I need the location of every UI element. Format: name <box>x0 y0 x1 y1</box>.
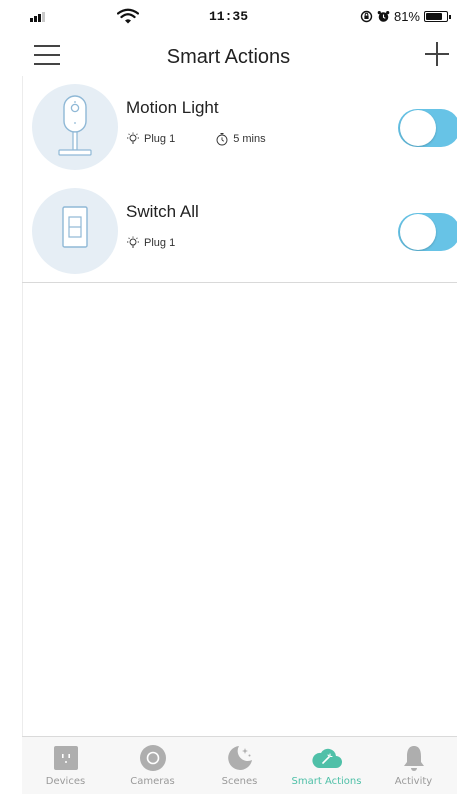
camera-lens-icon <box>139 745 166 771</box>
list-divider <box>22 282 457 283</box>
device-avatar <box>32 188 118 274</box>
tab-devices[interactable]: Devices <box>22 737 109 794</box>
rotation-lock-icon <box>360 10 373 23</box>
enable-toggle[interactable] <box>398 213 457 251</box>
battery-percentage: 81% <box>393 9 420 24</box>
page-title: Smart Actions <box>166 46 291 68</box>
tab-label: Devices <box>45 776 86 787</box>
trigger-device-label: Plug 1 <box>144 237 176 249</box>
enable-toggle[interactable] <box>398 109 457 147</box>
status-bar: 11:35 81% <box>0 0 457 36</box>
action-name: Motion Light <box>126 98 219 117</box>
tab-smart-actions[interactable]: Smart Actions <box>283 737 370 794</box>
plus-icon[interactable] <box>425 42 449 66</box>
smart-action-row-switch-all[interactable]: Switch All Plug 1 <box>22 182 457 286</box>
light-bulb-icon <box>127 132 139 144</box>
moon-stars-icon <box>227 746 252 770</box>
bottom-tab-bar: Devices Cameras Scenes Smart Actions Act… <box>22 736 457 794</box>
smart-action-row-motion-light[interactable]: Motion Light Plug 1 5 mins <box>22 78 457 182</box>
alarm-icon <box>377 11 390 22</box>
device-avatar <box>32 84 118 170</box>
navigation-bar: Smart Actions <box>0 36 457 76</box>
plug-icon <box>53 746 78 770</box>
trigger-device-label: Plug 1 <box>144 133 176 145</box>
action-name: Switch All <box>126 202 199 221</box>
tab-label: Activity <box>394 776 433 787</box>
camera-icon <box>58 95 92 156</box>
tab-label: Scenes <box>221 776 258 787</box>
light-switch-icon <box>62 206 88 248</box>
action-details: Plug 1 <box>126 236 175 250</box>
bell-icon <box>403 746 424 771</box>
tab-activity[interactable]: Activity <box>370 737 457 794</box>
duration-label: 5 mins <box>233 133 266 145</box>
smart-actions-list: Motion Light Plug 1 5 mins Switch All Pl… <box>22 78 457 286</box>
cloud-wand-icon <box>311 748 342 768</box>
tab-cameras[interactable]: Cameras <box>109 737 196 794</box>
tab-scenes[interactable]: Scenes <box>196 737 283 794</box>
tab-label: Smart Actions <box>291 776 362 787</box>
light-bulb-icon <box>127 236 139 248</box>
action-details: Plug 1 5 mins <box>126 132 266 146</box>
battery-icon <box>424 11 451 22</box>
tab-label: Cameras <box>130 776 175 787</box>
stopwatch-icon <box>216 133 228 146</box>
